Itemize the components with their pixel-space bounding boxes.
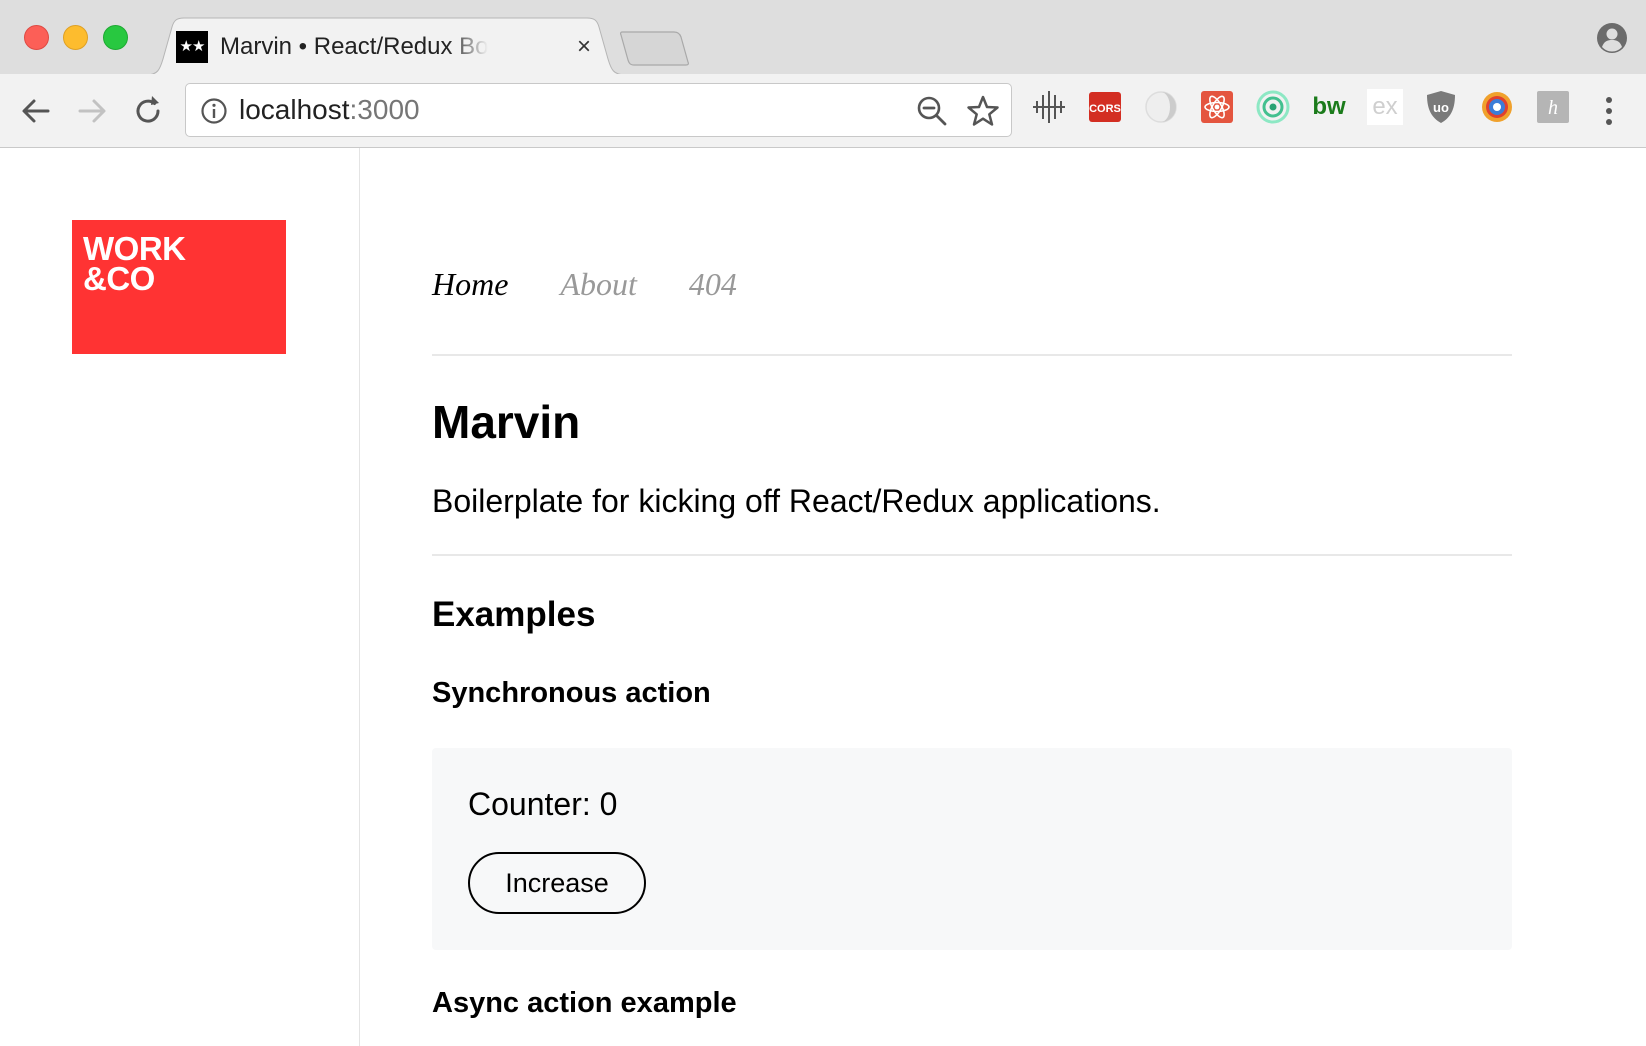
browser-menu-icon[interactable] bbox=[1594, 92, 1624, 130]
react-devtools-icon[interactable] bbox=[1199, 89, 1235, 125]
ex-extension-icon[interactable]: ex bbox=[1367, 89, 1403, 125]
url-host: localhost bbox=[239, 94, 350, 125]
maximize-window-button[interactable] bbox=[103, 25, 128, 50]
divider bbox=[432, 354, 1512, 356]
tab-favicon-icon: ★★ bbox=[176, 31, 208, 63]
target-extension-icon[interactable] bbox=[1255, 89, 1291, 125]
move-icon[interactable] bbox=[1031, 89, 1067, 125]
address-bar[interactable]: localhost:3000 bbox=[185, 83, 1012, 137]
page-title: Marvin bbox=[432, 396, 581, 448]
cors-badge-shape: CORS bbox=[1089, 92, 1121, 122]
cors-extension-label: CORS bbox=[1089, 103, 1121, 115]
logo-text: WORK &CO bbox=[83, 230, 186, 297]
site-info-icon[interactable] bbox=[200, 97, 228, 125]
examples-heading: Examples bbox=[432, 595, 596, 634]
colorful-circle-extension-icon[interactable] bbox=[1479, 89, 1515, 125]
ublock-icon[interactable]: uo bbox=[1423, 89, 1459, 125]
increase-button[interactable]: Increase bbox=[468, 852, 646, 914]
back-arrow-icon[interactable] bbox=[17, 92, 55, 130]
tab-title: Marvin • React/Redux Boilerplate bbox=[220, 33, 488, 60]
forward-arrow-icon[interactable] bbox=[73, 92, 111, 130]
counter-example-box: Counter: 0 Increase bbox=[432, 748, 1512, 950]
divider bbox=[432, 554, 1512, 556]
hypothesis-icon[interactable]: h bbox=[1535, 89, 1571, 125]
tab-close-icon[interactable]: × bbox=[572, 31, 596, 63]
page-viewport: WORK &CO Home About 404 Marvin Boilerpla… bbox=[0, 148, 1646, 1046]
ublock-shield-shape: uo bbox=[1427, 91, 1455, 123]
workco-logo[interactable]: WORK &CO bbox=[72, 220, 286, 354]
nav-link-home[interactable]: Home bbox=[432, 264, 508, 304]
sidebar: WORK &CO bbox=[0, 148, 360, 1046]
hypothesis-label: h bbox=[1548, 97, 1558, 119]
browser-toolbar: localhost:3000 CORS bw ex uo h bbox=[0, 74, 1646, 148]
nav-link-about[interactable]: About bbox=[560, 264, 636, 304]
page-description: Boilerplate for kicking off React/Redux … bbox=[432, 483, 1161, 519]
browser-tab-active[interactable]: ★★ Marvin • React/Redux Boilerplate × bbox=[146, 17, 626, 75]
counter-value: Counter: 0 bbox=[468, 786, 618, 822]
nav-link-404[interactable]: 404 bbox=[689, 264, 737, 304]
bw-extension-icon[interactable]: bw bbox=[1311, 89, 1347, 125]
bookmark-star-icon[interactable] bbox=[966, 94, 1000, 128]
sync-action-heading: Synchronous action bbox=[432, 677, 711, 709]
url-text[interactable]: localhost:3000 bbox=[239, 84, 420, 136]
browser-titlebar: ★★ Marvin • React/Redux Boilerplate × bbox=[0, 0, 1646, 75]
async-action-heading: Async action example bbox=[432, 987, 737, 1019]
hypothesis-badge-shape: h bbox=[1537, 91, 1569, 123]
cors-extension-icon[interactable]: CORS bbox=[1087, 89, 1123, 125]
close-window-button[interactable] bbox=[24, 25, 49, 50]
top-nav: Home About 404 bbox=[432, 264, 737, 304]
minimize-window-button[interactable] bbox=[63, 25, 88, 50]
profile-avatar-icon[interactable] bbox=[1596, 22, 1628, 54]
zoom-out-icon[interactable] bbox=[916, 95, 948, 127]
new-tab-button[interactable] bbox=[620, 30, 690, 66]
dark-circle-extension-icon[interactable] bbox=[1143, 89, 1179, 125]
reload-icon[interactable] bbox=[129, 92, 167, 130]
ublock-label: uo bbox=[1433, 100, 1449, 115]
url-port: :3000 bbox=[349, 94, 420, 125]
